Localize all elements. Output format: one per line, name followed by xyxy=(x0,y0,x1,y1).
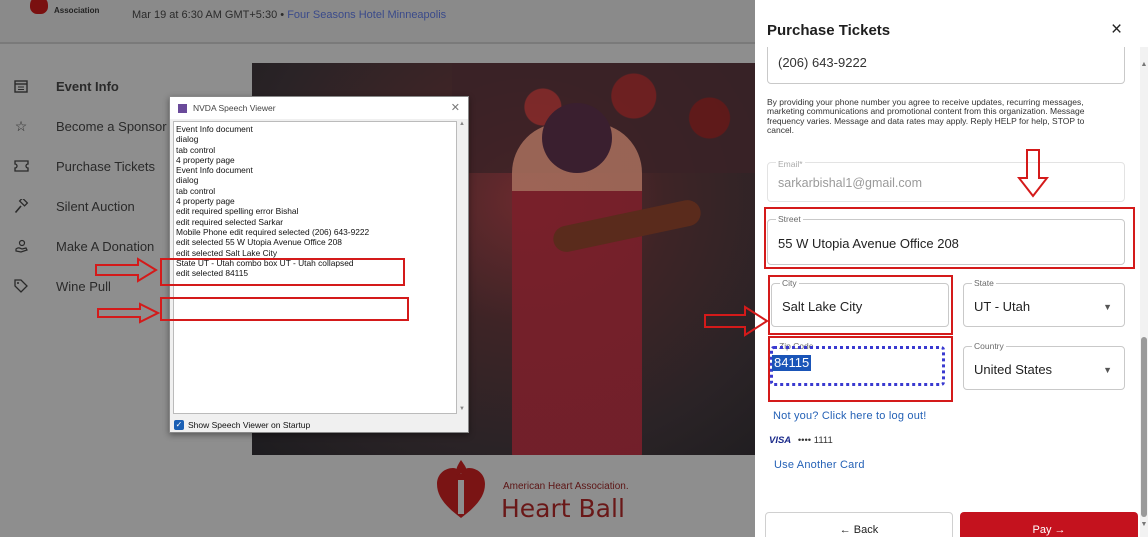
gavel-icon xyxy=(10,197,32,215)
chevron-down-icon: ▼ xyxy=(1103,302,1112,312)
scroll-down-arrow-icon[interactable]: ▼ xyxy=(457,406,467,412)
nvda-scrollbar[interactable]: ▲ ▼ xyxy=(457,121,467,414)
country-label: Country xyxy=(972,341,1006,351)
speech-log-line: 4 property page xyxy=(176,154,235,165)
footer-event-name: Heart Ball xyxy=(501,494,625,523)
country-select[interactable]: Country United States ▼ xyxy=(963,341,1125,390)
heart-ball-logo: American Heart Association. Heart Ball xyxy=(435,456,665,526)
footer-org-name: American Heart Association. xyxy=(503,481,629,492)
nav-item-silent-auction[interactable]: Silent Auction xyxy=(10,186,170,226)
dialog-scrollbar[interactable]: ▲ ▼ xyxy=(1140,47,1148,537)
annotation-box-zip xyxy=(768,336,953,402)
nav-label: Make A Donation xyxy=(56,238,155,254)
scroll-up-arrow-icon[interactable]: ▲ xyxy=(1140,61,1148,68)
speech-log-line: Mobile Phone edit required selected (206… xyxy=(176,226,370,237)
email-field[interactable]: Email* sarkarbishal1@gmail.com xyxy=(767,159,1125,202)
email-label: Email* xyxy=(776,159,805,169)
logo-mini-text: Association xyxy=(54,6,100,15)
close-icon[interactable]: × xyxy=(1111,19,1122,41)
speech-log-line: tab control xyxy=(176,144,216,155)
nav-label: Purchase Tickets xyxy=(56,158,155,174)
card-masked-number: •••• 1111 xyxy=(797,435,833,446)
dialog-header: Purchase Tickets × xyxy=(755,0,1148,47)
speech-log-line: 4 property page xyxy=(176,196,235,207)
speech-log-line: edit required selected Sarkar xyxy=(176,216,284,227)
nav-item-become-a-sponsor[interactable]: ☆ Become a Sponsor xyxy=(10,106,170,146)
logout-link[interactable]: Not you? Click here to log out! xyxy=(773,410,927,422)
annotation-box-street xyxy=(764,207,1135,269)
photo-violinist-head xyxy=(542,103,612,173)
speech-log-line: dialog xyxy=(176,134,199,145)
annotation-box-nvda-zip xyxy=(160,297,409,321)
ticket-icon xyxy=(10,157,32,175)
speech-log-line: edit selected Salt Lake City xyxy=(176,247,278,258)
saved-card: VISA •••• 1111 xyxy=(769,435,833,446)
tag-icon xyxy=(10,277,32,295)
nvda-startup-option[interactable]: ✓ Show Speech Viewer on Startup xyxy=(174,420,310,430)
star-icon: ☆ xyxy=(14,117,28,134)
checkbox-checked-icon[interactable]: ✓ xyxy=(174,420,184,430)
event-location-link[interactable]: Four Seasons Hotel Minneapolis xyxy=(287,9,446,21)
event-details: Mar 19 at 6:30 AM GMT+5:30 • Four Season… xyxy=(132,9,446,21)
calendar-icon xyxy=(10,77,32,95)
speech-log-line: edit required spelling error Bishal xyxy=(176,206,299,217)
nvda-title-text: NVDA Speech Viewer xyxy=(193,103,276,113)
visa-logo-icon: VISA xyxy=(769,435,792,446)
scrollbar-thumb[interactable] xyxy=(1141,337,1147,517)
use-another-card-link[interactable]: Use Another Card xyxy=(774,459,865,471)
scroll-up-arrow-icon[interactable]: ▲ xyxy=(457,121,467,127)
speech-log-line: Event Info document xyxy=(176,124,253,134)
event-datetime: Mar 19 at 6:30 AM GMT+5:30 xyxy=(132,9,278,21)
nvda-startup-label: Show Speech Viewer on Startup xyxy=(188,420,311,430)
country-value: United States xyxy=(974,362,1053,377)
state-label: State xyxy=(972,278,996,288)
annotation-box-city xyxy=(768,275,953,335)
annotation-arrow-icon xyxy=(95,257,158,283)
header-divider xyxy=(0,42,755,44)
heart-torch-icon xyxy=(437,460,485,518)
pay-button[interactable]: Pay → xyxy=(960,512,1138,537)
speech-log-line: Event Info document xyxy=(176,165,253,176)
email-value: sarkarbishal1@gmail.com xyxy=(778,176,922,190)
dialog-title: Purchase Tickets xyxy=(767,22,891,39)
event-separator: • xyxy=(280,9,285,21)
chevron-down-icon: ▼ xyxy=(1103,365,1112,375)
close-icon[interactable]: ✕ xyxy=(451,101,460,114)
nav-label: Become a Sponsor xyxy=(56,118,167,134)
aha-logo-mini: Association xyxy=(30,0,100,24)
speech-log-line: edit selected 55 W Utopia Avenue Office … xyxy=(176,237,342,248)
speech-log-line: tab control xyxy=(176,185,216,196)
nvda-titlebar[interactable]: NVDA Speech Viewer xyxy=(170,97,468,119)
annotation-down-arrow-icon xyxy=(1017,149,1049,198)
nav-item-purchase-tickets[interactable]: Purchase Tickets xyxy=(10,146,170,186)
nvda-app-icon xyxy=(178,103,187,113)
nav-label: Silent Auction xyxy=(56,198,135,214)
heart-logo-icon xyxy=(30,0,48,14)
nav-item-event-info[interactable]: Event Info xyxy=(10,66,170,106)
annotation-arrow-icon xyxy=(97,302,161,324)
donation-hand-icon xyxy=(10,237,32,255)
annotation-box-nvda-street-city xyxy=(160,258,405,286)
scroll-down-arrow-icon[interactable]: ▼ xyxy=(1140,521,1148,528)
sms-consent-text: By providing your phone number you agree… xyxy=(767,97,1085,135)
state-value: UT - Utah xyxy=(974,299,1031,314)
annotation-arrow-icon xyxy=(704,305,769,337)
mobile-phone-value: (206) 643-9222 xyxy=(778,55,867,70)
event-header: Association Mar 19 at 6:30 AM GMT+5:30 •… xyxy=(0,0,755,42)
state-select[interactable]: State UT - Utah ▼ xyxy=(963,278,1125,327)
nav-label: Event Info xyxy=(56,78,119,94)
speech-log-line: dialog xyxy=(176,175,199,186)
back-button[interactable]: ← Back xyxy=(765,512,953,537)
